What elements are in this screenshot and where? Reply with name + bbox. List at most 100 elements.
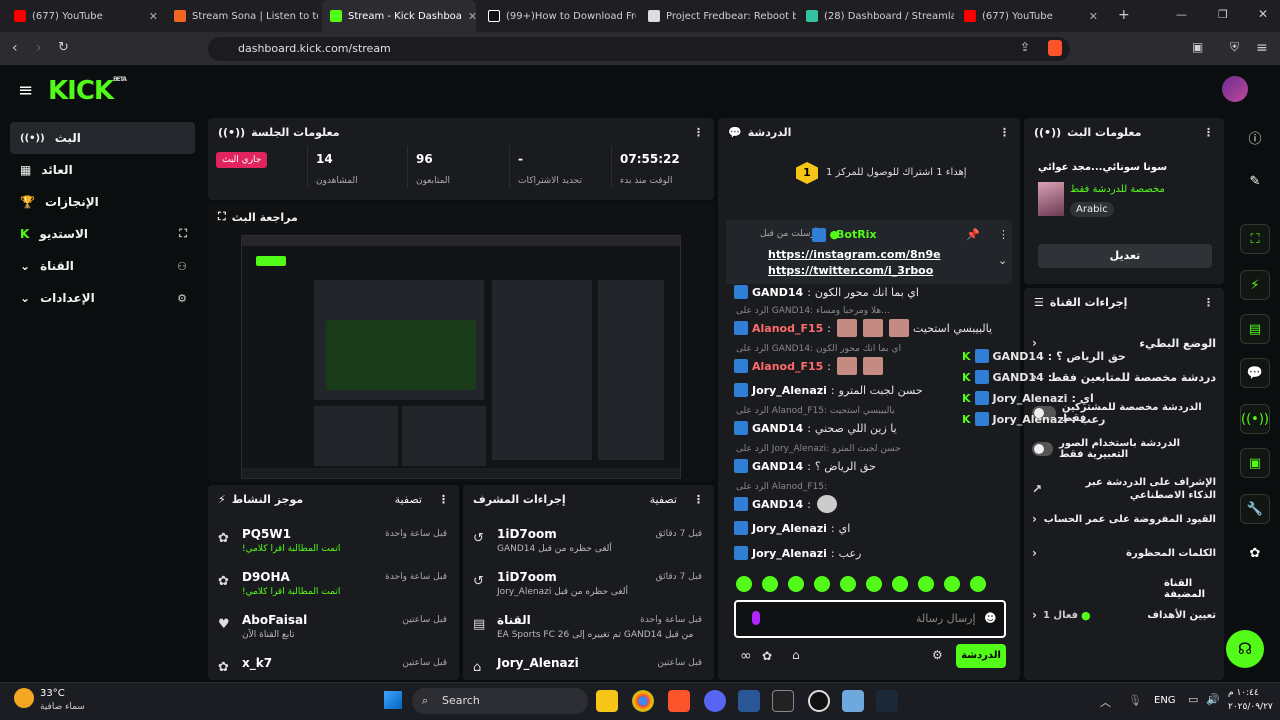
browser-tab[interactable]: (28) Dashboard / Streamlab xyxy=(798,0,954,32)
sidebar-item-settings[interactable]: ⌄ الإعدادات ⚙ xyxy=(10,282,195,314)
ai-moderation-row[interactable]: ↗ الإشراف على الدردشة عبر الذكاء الاصطناع… xyxy=(1032,474,1216,504)
pin-icon[interactable]: 📌 xyxy=(966,228,980,241)
sidebar-item-achievements[interactable]: 🏆 الإنجازات xyxy=(10,186,195,218)
minimize-icon[interactable]: — xyxy=(1176,8,1192,22)
browser-tab[interactable]: (99+)How to Download Fre xyxy=(480,0,636,32)
more-icon[interactable]: ⋮ xyxy=(693,493,704,506)
chat-send-button[interactable]: الدردشة xyxy=(956,644,1006,668)
chat-icon[interactable]: 💬 xyxy=(1240,358,1270,388)
set-goals-row[interactable]: › فعال 1 ● تعيين الأهداف xyxy=(1032,604,1216,626)
capcut-icon[interactable] xyxy=(772,690,794,712)
browser-tab[interactable]: (677) YouTube ✕ xyxy=(956,0,1106,32)
more-icon[interactable]: ⋮ xyxy=(1203,126,1214,139)
gift-icon[interactable]: ✿ xyxy=(1240,538,1270,568)
new-tab-icon[interactable]: + xyxy=(1118,7,1130,23)
bolt-icon[interactable]: ⚡ xyxy=(1240,270,1270,300)
sidebar-item-revenue[interactable]: ▦ العائد xyxy=(10,154,195,186)
clock-time[interactable]: ١٠:٤٤ م xyxy=(1228,688,1259,698)
clock-date[interactable]: ٢٠٢٥/٠٩/٢٧ xyxy=(1228,702,1273,712)
discord-icon[interactable] xyxy=(704,690,726,712)
emotes-only-toggle[interactable] xyxy=(1032,442,1054,456)
restore-icon[interactable]: ❐ xyxy=(1218,8,1228,21)
menu-icon[interactable]: ≡ xyxy=(1256,40,1268,56)
wrench-icon[interactable]: 🔧 xyxy=(1240,494,1270,524)
emote-icon[interactable] xyxy=(866,576,882,592)
volume-icon[interactable]: 🔊 xyxy=(1206,693,1220,706)
share-icon[interactable]: ⇪ xyxy=(1020,40,1030,54)
emotes-only-row[interactable]: الدردشة باستخدام الصور التعبيرية فقط xyxy=(1032,438,1216,460)
back-icon[interactable]: ‹ xyxy=(12,40,18,56)
browser-tab[interactable]: (677) YouTube ✕ xyxy=(6,0,166,32)
photos-icon[interactable] xyxy=(842,690,864,712)
mic-icon[interactable]: 🎙 xyxy=(1128,694,1142,707)
language-indicator[interactable]: ENG xyxy=(1154,695,1176,706)
monitor-icon[interactable]: ▭ xyxy=(1188,693,1198,706)
pencil-icon[interactable]: ✎ xyxy=(1240,166,1270,196)
vpn-icon[interactable]: ⛨ xyxy=(1230,40,1239,55)
account-age-row[interactable]: › القيود المفروضة على عمر الحساب xyxy=(1032,508,1216,530)
more-icon[interactable]: ⋮ xyxy=(438,493,449,506)
emote-icon[interactable] xyxy=(918,576,934,592)
sidebar-item-channel[interactable]: ⌄ القناة ⚇ xyxy=(10,250,195,282)
sidebar-item-studio[interactable]: K الاستديو ⛶ xyxy=(10,218,195,250)
mic-icon[interactable] xyxy=(752,611,760,625)
chevron-down-icon[interactable]: ⌄ xyxy=(998,254,1007,267)
gift-icon[interactable]: ✿ xyxy=(762,649,772,663)
steam-icon[interactable] xyxy=(876,690,898,712)
close-icon[interactable]: ✕ xyxy=(1089,10,1098,23)
pinned-message[interactable]: 📌 ⋮ أرسلت من قبل ● BotRix https://instag… xyxy=(726,220,1012,284)
more-icon[interactable]: ⋮ xyxy=(693,126,704,139)
emote-icon[interactable] xyxy=(840,576,856,592)
pinned-link-2[interactable]: https://twitter.com/i_3rboo xyxy=(768,264,933,277)
browser-tab[interactable]: Stream Sona | Listen to to m xyxy=(166,0,318,32)
close-icon[interactable]: ✕ xyxy=(149,10,158,23)
store-icon[interactable]: ⌂ xyxy=(792,648,800,662)
more-icon[interactable]: ⋮ xyxy=(1203,296,1214,309)
reload-icon[interactable]: ↻ xyxy=(58,40,69,55)
kick-logo[interactable]: KICKBETA xyxy=(48,76,127,106)
layout-icon[interactable]: ▣ xyxy=(1240,448,1270,478)
browser-tab[interactable]: Project Fredbear: Reboot by xyxy=(640,0,796,32)
weather-icon[interactable] xyxy=(14,688,34,708)
activity-filter-button[interactable]: تصفية xyxy=(395,493,422,506)
chat-input[interactable]: إرسال رسالة ☻ xyxy=(734,600,1006,638)
edit-stream-button[interactable]: تعديل xyxy=(1038,244,1212,268)
emote-icon[interactable] xyxy=(892,576,908,592)
brave-shield-icon[interactable] xyxy=(1048,40,1062,56)
mod-filter-button[interactable]: تصفية xyxy=(650,493,677,506)
url-input[interactable]: dashboard.kick.com/stream xyxy=(208,37,1070,61)
chrome-icon[interactable] xyxy=(632,690,654,712)
brave-icon[interactable] xyxy=(668,690,690,712)
browser-tab-active[interactable]: Stream - Kick Dashboa ✕ xyxy=(322,0,476,32)
close-window-icon[interactable]: ✕ xyxy=(1258,7,1268,21)
pinned-link-1[interactable]: https://instagram.com/8n9e xyxy=(768,248,941,261)
gear-icon[interactable]: ⚙ xyxy=(932,648,943,662)
close-icon[interactable]: ✕ xyxy=(468,10,476,23)
excel-icon[interactable] xyxy=(738,690,760,712)
followers-only-row[interactable]: › دردشة مخصصة للمتابعين فقط xyxy=(1032,366,1216,388)
sidebar-toggle-icon[interactable]: ▣ xyxy=(1192,40,1203,54)
more-icon[interactable]: ⋮ xyxy=(999,126,1010,139)
support-chat-button[interactable]: ☊ xyxy=(1226,630,1264,668)
infinity-icon[interactable]: ∞ xyxy=(740,648,752,664)
studio-frame-icon[interactable]: ⛶ xyxy=(1240,224,1270,254)
emote-icon[interactable] xyxy=(762,576,778,592)
sidebar-item-broadcast[interactable]: ((•)) البث xyxy=(10,122,195,154)
emote-icon[interactable] xyxy=(944,576,960,592)
stream-preview-video[interactable] xyxy=(241,235,681,479)
chevron-up-icon[interactable]: ︿ xyxy=(1100,694,1111,710)
windows-start-icon[interactable] xyxy=(384,691,402,709)
obs-icon[interactable] xyxy=(808,690,830,712)
emote-icon[interactable] xyxy=(970,576,986,592)
avatar[interactable] xyxy=(1222,76,1248,102)
more-icon[interactable]: ⋮ xyxy=(998,228,1009,241)
file-explorer-icon[interactable] xyxy=(596,690,618,712)
broadcast-icon[interactable]: ((•)) xyxy=(1240,404,1270,434)
forward-icon[interactable]: › xyxy=(36,40,42,56)
emote-icon[interactable] xyxy=(814,576,830,592)
emote-icon[interactable] xyxy=(736,576,752,592)
emoji-picker-icon[interactable]: ☻ xyxy=(984,611,997,625)
document-icon[interactable]: ▤ xyxy=(1240,314,1270,344)
banned-words-row[interactable]: › الكلمات المحظورة xyxy=(1032,542,1216,564)
taskbar-search[interactable]: ⌕ Search xyxy=(412,688,588,714)
